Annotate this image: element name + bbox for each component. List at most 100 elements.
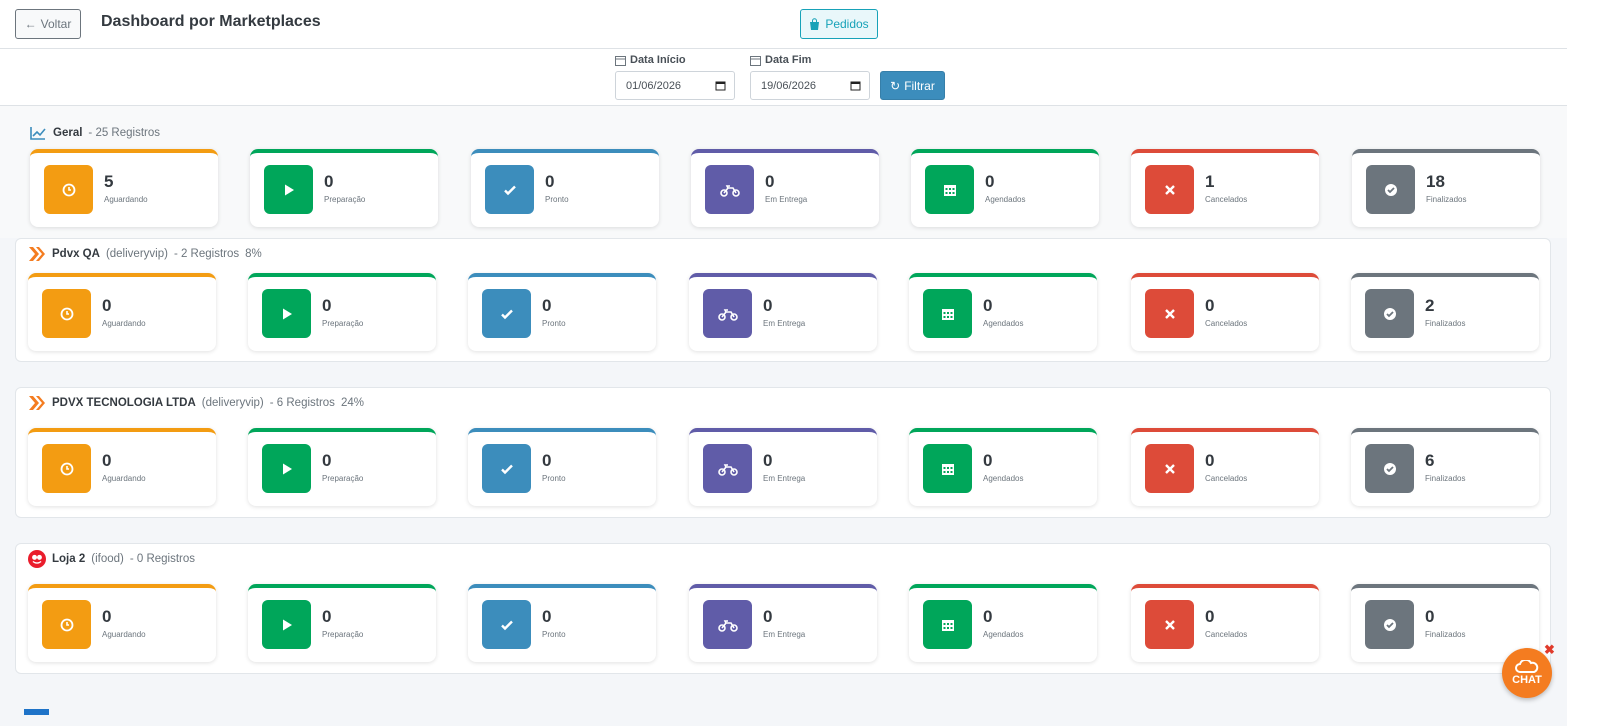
top-bar: ← Voltar Dashboard por Marketplaces Pedi…: [0, 0, 1567, 49]
play-icon: [264, 165, 313, 214]
status-card-pronto[interactable]: 0 Pronto: [468, 428, 656, 506]
status-count: 0: [542, 607, 552, 626]
x-icon: [1145, 600, 1194, 649]
status-count: 0: [1205, 296, 1215, 315]
status-card-em-entrega[interactable]: 0 Em Entrega: [689, 428, 877, 506]
back-button[interactable]: ← Voltar: [15, 9, 81, 39]
calendar-picker-icon[interactable]: [715, 80, 726, 91]
calendar-icon: [923, 600, 972, 649]
status-label: Aguardando: [102, 474, 146, 483]
status-count: 2: [1425, 296, 1435, 315]
calendar-icon: [923, 444, 972, 493]
status-count: 0: [983, 296, 993, 315]
filter-bar: Data Início 01/06/2026 Data Fim 19/06/20…: [0, 49, 1567, 106]
status-label: Agendados: [983, 474, 1024, 483]
status-card-pronto[interactable]: 0 Pronto: [468, 273, 656, 351]
pedidos-button[interactable]: Pedidos: [800, 9, 878, 39]
check-icon: [485, 165, 534, 214]
status-count: 18: [1426, 172, 1445, 191]
check-icon: [482, 289, 531, 338]
status-card-finalizados[interactable]: 6 Finalizados: [1351, 428, 1539, 506]
section-source: (deliveryvip): [201, 397, 264, 409]
calendar-icon: [615, 55, 626, 66]
section-name: Loja 2: [52, 553, 86, 565]
status-card-agendados[interactable]: 0 Agendados: [909, 428, 1097, 506]
filter-button[interactable]: ↻ Filtrar: [880, 71, 945, 100]
deliveryvip-logo-icon: [28, 245, 46, 263]
check-circle-icon: [1365, 600, 1414, 649]
arrow-left-icon: ←: [24, 17, 37, 31]
status-card-aguardando[interactable]: 0 Aguardando: [28, 428, 216, 506]
start-date-label: Data Início: [615, 54, 686, 66]
status-card-cancelados[interactable]: 0 Cancelados: [1131, 273, 1319, 351]
section-header: Loja 2 (ifood) - 0 Registros: [28, 550, 195, 568]
status-card-em-entrega[interactable]: 0 Em Entrega: [689, 273, 877, 351]
start-date-input[interactable]: 01/06/2026: [615, 71, 735, 100]
section-count: - 6 Registros: [269, 397, 335, 409]
scrollbar[interactable]: [1567, 0, 1597, 726]
status-count: 0: [324, 172, 334, 191]
status-card-prepara-o[interactable]: 0 Preparação: [250, 149, 438, 227]
status-card-agendados[interactable]: 0 Agendados: [909, 584, 1097, 662]
status-count: 0: [102, 607, 112, 626]
status-card-finalizados[interactable]: 18 Finalizados: [1352, 149, 1540, 227]
status-count: 0: [102, 296, 112, 315]
status-label: Em Entrega: [763, 319, 806, 328]
status-card-aguardando[interactable]: 5 Aguardando: [30, 149, 218, 227]
refresh-icon: ↻: [890, 78, 901, 93]
end-date-input[interactable]: 19/06/2026: [750, 71, 870, 100]
status-label: Agendados: [983, 630, 1024, 639]
clock-icon: [42, 289, 91, 338]
section-store-1: Pdvx QA (deliveryvip) - 2 Registros 8% 0 Agua…: [15, 238, 1551, 362]
status-count: 0: [322, 607, 332, 626]
check-circle-icon: [1365, 289, 1414, 338]
status-card-em-entrega[interactable]: 0 Em Entrega: [691, 149, 879, 227]
section-source: (deliveryvip): [105, 248, 168, 260]
motorcycle-icon: [703, 289, 752, 338]
check-icon: [482, 600, 531, 649]
motorcycle-icon: [703, 600, 752, 649]
status-count: 0: [983, 607, 993, 626]
status-count: 0: [983, 451, 993, 470]
status-count: 0: [1205, 607, 1215, 626]
status-card-finalizados[interactable]: 0 Finalizados: [1351, 584, 1539, 662]
status-label: Preparação: [322, 630, 364, 639]
end-date-label: Data Fim: [750, 54, 811, 66]
status-label: Pronto: [545, 195, 569, 204]
status-label: Em Entrega: [763, 630, 806, 639]
status-label: Em Entrega: [765, 195, 808, 204]
status-card-cancelados[interactable]: 1 Cancelados: [1131, 149, 1319, 227]
status-card-agendados[interactable]: 0 Agendados: [909, 273, 1097, 351]
status-card-prepara-o[interactable]: 0 Preparação: [248, 584, 436, 662]
section-count: - 25 Registros: [88, 127, 161, 139]
play-icon: [262, 289, 311, 338]
status-label: Finalizados: [1425, 630, 1466, 639]
play-icon: [262, 444, 311, 493]
status-card-cancelados[interactable]: 0 Cancelados: [1131, 584, 1319, 662]
motorcycle-icon: [705, 165, 754, 214]
status-card-pronto[interactable]: 0 Pronto: [471, 149, 659, 227]
status-card-prepara-o[interactable]: 0 Preparação: [248, 428, 436, 506]
calendar-picker-icon[interactable]: [850, 80, 861, 91]
status-card-prepara-o[interactable]: 0 Preparação: [248, 273, 436, 351]
status-card-agendados[interactable]: 0 Agendados: [911, 149, 1099, 227]
status-label: Cancelados: [1205, 319, 1248, 328]
status-label: Finalizados: [1426, 195, 1467, 204]
check-icon: [482, 444, 531, 493]
status-card-aguardando[interactable]: 0 Aguardando: [28, 584, 216, 662]
calendar-icon: [923, 289, 972, 338]
section-name: Pdvx QA: [52, 248, 100, 260]
status-count: 5: [104, 172, 114, 191]
section-store-2: PDVX TECNOLOGIA LTDA (deliveryvip) - 6 Reg…: [15, 387, 1551, 518]
status-card-cancelados[interactable]: 0 Cancelados: [1131, 428, 1319, 506]
status-count: 0: [1425, 607, 1435, 626]
status-card-finalizados[interactable]: 2 Finalizados: [1351, 273, 1539, 351]
status-count: 0: [322, 296, 332, 315]
chart-line-icon: [29, 124, 47, 142]
status-card-em-entrega[interactable]: 0 Em Entrega: [689, 584, 877, 662]
status-count: 0: [765, 172, 775, 191]
section-header: PDVX TECNOLOGIA LTDA (deliveryvip) - 6 Reg…: [28, 394, 364, 412]
status-card-pronto[interactable]: 0 Pronto: [468, 584, 656, 662]
chat-close-icon[interactable]: ✖: [1544, 642, 1555, 658]
status-card-aguardando[interactable]: 0 Aguardando: [28, 273, 216, 351]
